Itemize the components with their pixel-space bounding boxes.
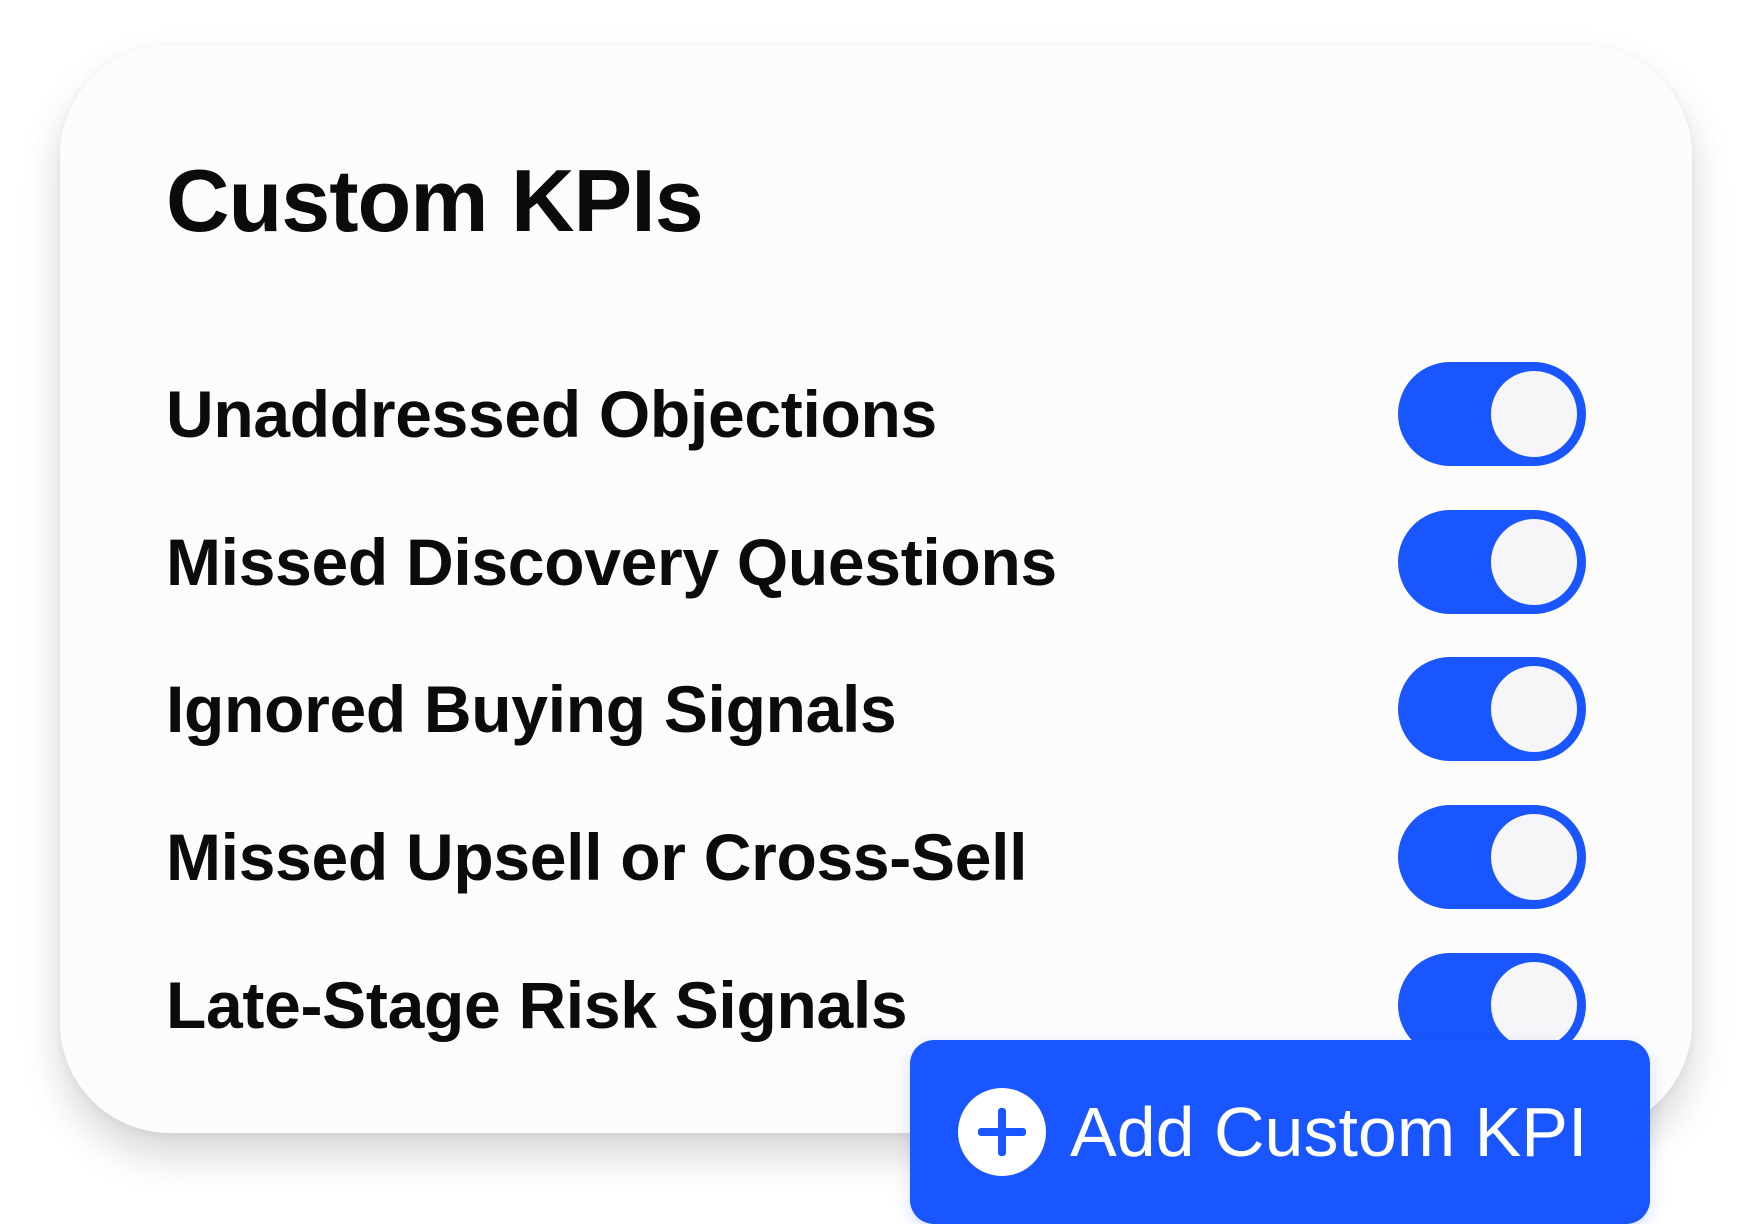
kpi-row-unaddressed-objections: Unaddressed Objections	[166, 362, 1586, 466]
plus-circle-icon	[958, 1088, 1046, 1176]
custom-kpis-panel: Custom KPIs Unaddressed Objections Misse…	[60, 45, 1692, 1133]
page: Custom KPIs Unaddressed Objections Misse…	[0, 0, 1752, 1224]
kpi-label: Unaddressed Objections	[166, 377, 937, 451]
kpi-toggle-unaddressed-objections[interactable]	[1398, 362, 1586, 466]
kpi-row-missed-upsell-cross-sell: Missed Upsell or Cross-Sell	[166, 805, 1586, 909]
kpi-toggle-ignored-buying-signals[interactable]	[1398, 657, 1586, 761]
toggle-knob	[1488, 959, 1580, 1051]
toggle-knob	[1488, 811, 1580, 903]
kpi-toggle-missed-discovery-questions[interactable]	[1398, 510, 1586, 614]
kpi-label: Late-Stage Risk Signals	[166, 968, 908, 1042]
kpi-label: Ignored Buying Signals	[166, 672, 897, 746]
toggle-knob	[1488, 516, 1580, 608]
add-custom-kpi-button[interactable]: Add Custom KPI	[910, 1040, 1650, 1224]
toggle-knob	[1488, 368, 1580, 460]
toggle-knob	[1488, 663, 1580, 755]
kpi-toggle-missed-upsell-cross-sell[interactable]	[1398, 805, 1586, 909]
kpi-label: Missed Discovery Questions	[166, 525, 1057, 599]
kpi-list: Unaddressed Objections Missed Discovery …	[60, 45, 1692, 1133]
kpi-label: Missed Upsell or Cross-Sell	[166, 820, 1028, 894]
kpi-row-missed-discovery-questions: Missed Discovery Questions	[166, 510, 1586, 614]
kpi-row-ignored-buying-signals: Ignored Buying Signals	[166, 657, 1586, 761]
add-custom-kpi-label: Add Custom KPI	[1070, 1093, 1588, 1171]
